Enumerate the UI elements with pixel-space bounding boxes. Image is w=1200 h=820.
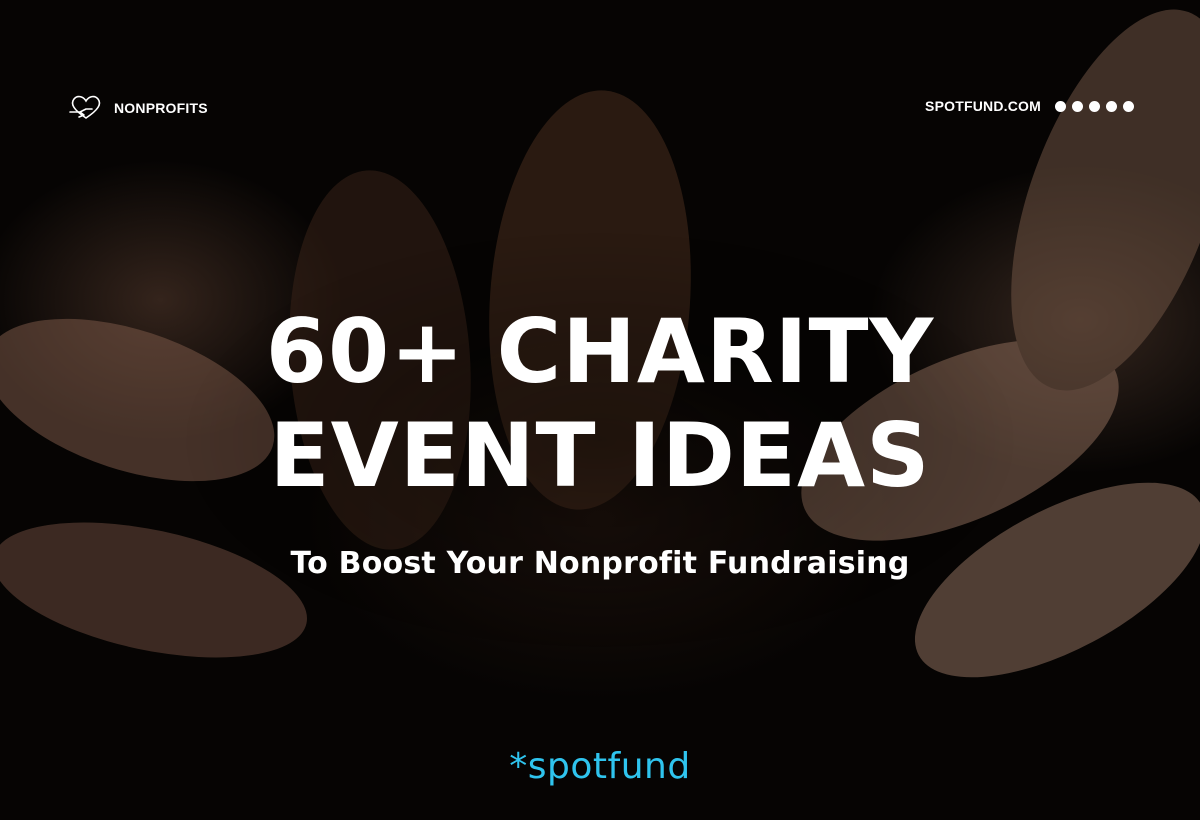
pagination-dot xyxy=(1123,100,1134,112)
headline-line-1: 60+ CHARITY xyxy=(265,300,935,403)
pagination-dot xyxy=(1089,100,1100,112)
brand-wordmark: *spotfund xyxy=(509,746,691,787)
category-header: NONPROFITS xyxy=(66,92,208,124)
headline-line-2: EVENT IDEAS xyxy=(269,404,931,507)
banner: NONPROFITS SPOTFUND.COM 60+ CHARITY EVEN… xyxy=(0,0,1200,820)
pagination-dots xyxy=(1055,100,1134,112)
pagination-dot xyxy=(1106,100,1117,112)
brand-logo: *spotfund xyxy=(0,746,1200,787)
pagination-dot xyxy=(1055,100,1066,112)
heart-hands-icon xyxy=(69,95,101,119)
subheading: To Boost Your Nonprofit Fundraising xyxy=(290,546,910,581)
category-label: NONPROFITS xyxy=(114,100,208,116)
site-header: SPOTFUND.COM xyxy=(925,98,1134,114)
headline: 60+ CHARITY EVENT IDEAS xyxy=(0,300,1200,508)
pagination-dot xyxy=(1072,100,1083,112)
site-url[interactable]: SPOTFUND.COM xyxy=(925,98,1041,114)
